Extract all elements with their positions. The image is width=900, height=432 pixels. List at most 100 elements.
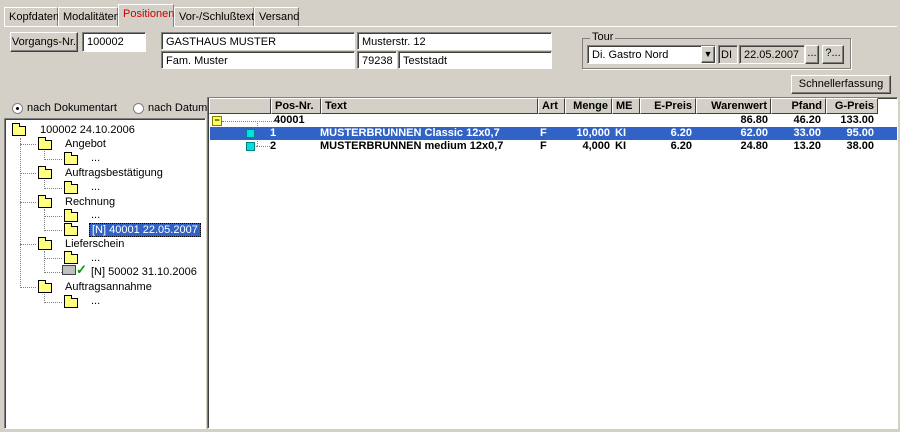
- street-field[interactable]: Musterstr. 12: [357, 32, 552, 50]
- tab-modalitaeten[interactable]: Modalitäten: [58, 7, 120, 26]
- tour-date-field: 22.05.2007: [739, 45, 805, 64]
- tree-line: [44, 258, 62, 259]
- tree-line: [44, 272, 62, 273]
- folder-icon: [38, 280, 52, 293]
- row-pfand: 33.00: [793, 127, 821, 139]
- name1-field[interactable]: GASTHAUS MUSTER: [161, 32, 355, 50]
- tab-kopfdaten[interactable]: Kopfdaten: [4, 7, 59, 26]
- tree-item-lieferschein-child[interactable]: ...: [91, 252, 100, 264]
- grid-header-tree[interactable]: [209, 98, 271, 114]
- tree-line: [44, 216, 62, 217]
- row-warenwert: 62.00: [740, 127, 768, 139]
- vorgangs-nr-button[interactable]: Vorgangs-Nr.: [10, 32, 78, 52]
- row-gpreis: 95.00: [846, 127, 874, 139]
- tree-line: [20, 144, 36, 145]
- tour-help-button[interactable]: ?...: [822, 45, 844, 64]
- tab-vor-schlusstexte[interactable]: Vor-/Schlußtexte: [174, 7, 260, 26]
- row-text: MUSTERBRUNNEN Classic 12x0,7: [320, 127, 500, 139]
- tree-item-angebot-child[interactable]: ...: [91, 152, 100, 164]
- folder-icon: [64, 295, 78, 308]
- tree-item-rechnung-40001[interactable]: [N] 40001 22.05.2007: [89, 223, 201, 237]
- chevron-down-icon[interactable]: ▼: [701, 46, 715, 63]
- row-menge: 4,000: [582, 140, 610, 152]
- folder-icon: [38, 137, 52, 150]
- tree-line: [20, 244, 36, 245]
- tree-item-lieferschein[interactable]: Lieferschein: [65, 238, 124, 250]
- row-art: F: [540, 140, 547, 152]
- tree-line: [20, 202, 36, 203]
- tab-versand[interactable]: Versand: [254, 7, 299, 26]
- tour-select-value: Di. Gastro Nord: [592, 49, 669, 61]
- row-menge: 10,000: [576, 127, 610, 139]
- tree-line: [44, 251, 45, 273]
- tree-line: [20, 138, 21, 288]
- tree-line: [222, 121, 274, 122]
- folder-icon: [38, 195, 52, 208]
- grid-header-menge[interactable]: Menge: [565, 98, 612, 114]
- name2-field[interactable]: Fam. Muster: [161, 51, 355, 69]
- tree-line: [44, 188, 62, 189]
- tree-item-rechnung-child[interactable]: ...: [91, 209, 100, 221]
- row-pos: 2: [270, 140, 277, 152]
- group-pfand: 46.20: [793, 114, 821, 126]
- row-text: MUSTERBRUNNEN medium 12x0,7: [320, 140, 504, 152]
- tree-item-auftragsbestaetigung-child[interactable]: ...: [91, 181, 100, 193]
- grid-header-pfand[interactable]: Pfand: [771, 98, 826, 114]
- table-row[interactable]: 1 MUSTERBRUNNEN Classic 12x0,7 F 10,000 …: [210, 127, 897, 140]
- item-square-icon: [246, 129, 255, 138]
- zip-field[interactable]: 79238: [357, 51, 397, 69]
- row-warenwert: 24.80: [740, 140, 768, 152]
- tree-item-auftragsannahme-child[interactable]: ...: [91, 295, 100, 307]
- group-warenwert: 86.80: [740, 114, 768, 126]
- checkmark-icon: ✓: [76, 262, 87, 277]
- tree-line: [44, 230, 62, 231]
- tree-line: [44, 159, 62, 160]
- item-square-icon: [246, 142, 255, 151]
- radio-nach-dokumentart[interactable]: [12, 103, 23, 114]
- tree-line: [44, 302, 62, 303]
- tree-item-auftragsbestaetigung[interactable]: Auftragsbestätigung: [65, 167, 163, 179]
- radio-nach-datum-label: nach Datum: [148, 102, 208, 114]
- tab-positionen[interactable]: Positionen: [118, 4, 174, 27]
- tree-item-lieferschein-50002[interactable]: [N] 50002 31.10.2006: [91, 266, 197, 278]
- group-gpreis: 133.00: [840, 114, 874, 126]
- row-me: KI: [615, 140, 626, 152]
- tree-item-root[interactable]: 100002 24.10.2006: [40, 124, 135, 136]
- tour-dots-button[interactable]: ...: [805, 45, 819, 64]
- tree-item-angebot[interactable]: Angebot: [65, 138, 106, 150]
- row-me: KI: [615, 127, 626, 139]
- table-row-group[interactable]: − 40001 86.80 46.20 133.00: [210, 114, 897, 127]
- radio-nach-datum[interactable]: [133, 103, 144, 114]
- folder-open-icon: [12, 123, 26, 136]
- tree-line: [20, 173, 36, 174]
- table-row[interactable]: 2 MUSTERBRUNNEN medium 12x0,7 F 4,000 KI…: [210, 140, 897, 153]
- grid-header-art[interactable]: Art: [538, 98, 565, 114]
- folder-icon: [38, 237, 52, 250]
- grid-header-epreis[interactable]: E-Preis: [640, 98, 696, 114]
- radio-nach-dokumentart-label: nach Dokumentart: [27, 102, 117, 114]
- city-field[interactable]: Teststadt: [398, 51, 552, 69]
- tree-line: [20, 287, 36, 288]
- printer-icon: [62, 265, 76, 275]
- tour-day-field: DI: [718, 45, 738, 64]
- grid-header-warenwert[interactable]: Warenwert: [696, 98, 771, 114]
- collapse-icon[interactable]: −: [212, 116, 222, 126]
- tour-label: Tour: [590, 31, 616, 43]
- folder-icon: [64, 152, 78, 165]
- grid-header-gpreis[interactable]: G-Preis: [826, 98, 878, 114]
- tour-select[interactable]: Di. Gastro Nord: [587, 45, 716, 64]
- grid-header-text[interactable]: Text: [321, 98, 538, 114]
- tree-item-auftragsannahme[interactable]: Auftragsannahme: [65, 281, 152, 293]
- schnellerfassung-button[interactable]: Schnellerfassung: [791, 75, 891, 94]
- vorgangs-nr-field[interactable]: 100002: [82, 32, 146, 52]
- grid-header-pos[interactable]: Pos-Nr.: [271, 98, 321, 114]
- folder-icon: [64, 181, 78, 194]
- tree-item-rechnung[interactable]: Rechnung: [65, 196, 115, 208]
- folder-icon: [64, 223, 78, 236]
- grid-header-me[interactable]: ME: [612, 98, 640, 114]
- tree-line: [44, 209, 45, 231]
- row-epreis: 6.20: [670, 127, 692, 139]
- folder-icon: [64, 209, 78, 222]
- folder-icon: [38, 166, 52, 179]
- row-art: F: [540, 127, 547, 139]
